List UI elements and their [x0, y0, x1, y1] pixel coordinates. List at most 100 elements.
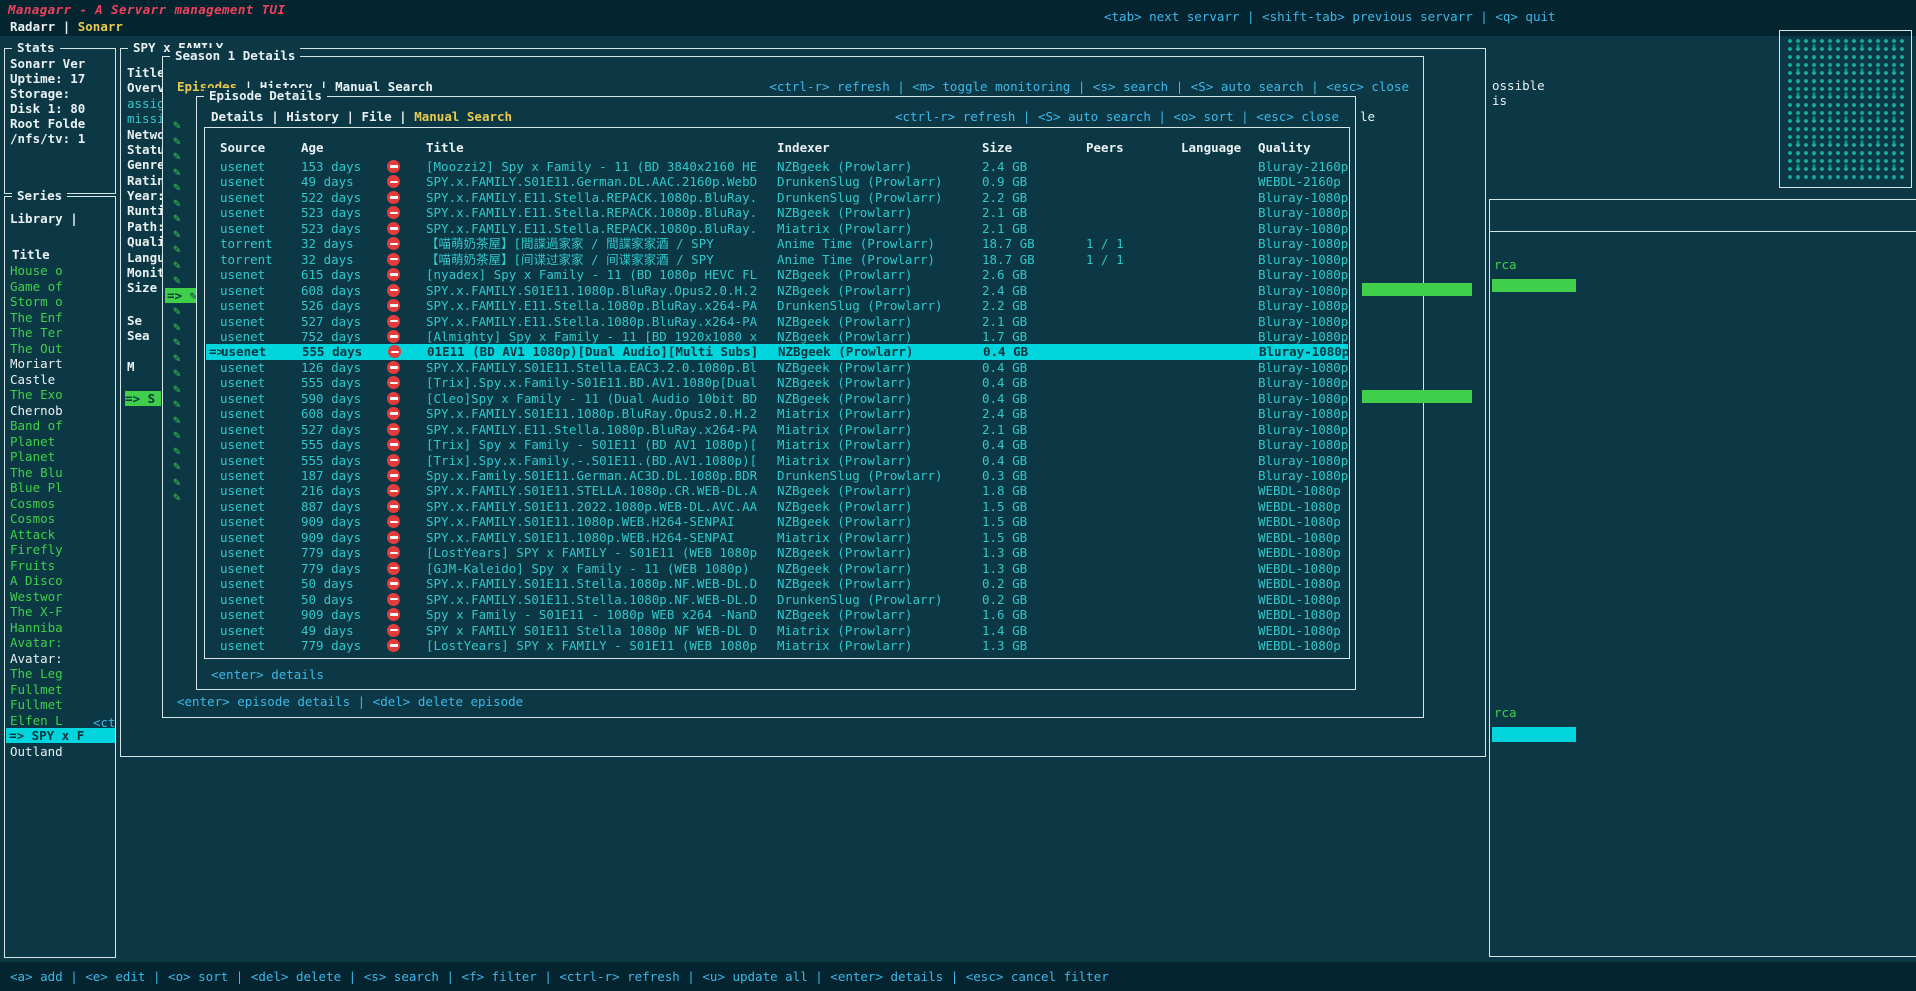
release-row[interactable]: usenet50 daysSPY.x.FAMILY.S01E11.Stella.… [205, 576, 1349, 592]
release-row[interactable]: usenet526 daysSPY.x.FAMILY.E11.Stella.10… [205, 298, 1349, 314]
release-row[interactable]: usenet608 daysSPY.x.FAMILY.S01E11.1080p.… [205, 283, 1349, 299]
release-row[interactable]: usenet49 daysSPY x FAMILY S01E11 Stella … [205, 623, 1349, 639]
series-list[interactable]: House oGame ofStorm oThe EnfThe TerThe O… [5, 197, 115, 957]
series-list-item[interactable]: The Leg [10, 666, 113, 681]
series-list-item[interactable]: Moriart [10, 356, 113, 371]
series-list-item[interactable]: Game of [10, 279, 113, 294]
series-list-item[interactable]: Fullmet [10, 682, 113, 697]
episode-monitor-marker[interactable]: ✎ [173, 334, 181, 349]
series-list-item[interactable]: The Blu [10, 465, 113, 480]
tab-radarr[interactable]: Radarr [10, 19, 55, 34]
release-row[interactable]: usenet50 daysSPY.x.FAMILY.S01E11.Stella.… [205, 592, 1349, 608]
series-list-item[interactable]: Cosmos [10, 511, 113, 526]
series-list-item[interactable]: Avatar: [10, 651, 113, 666]
release-row[interactable]: usenet615 days[nyadex] Spy x Family - 11… [205, 267, 1349, 283]
series-list-item[interactable]: Westwor [10, 589, 113, 604]
release-row[interactable]: usenet752 days[Almighty] Spy x Family - … [205, 329, 1349, 345]
episode-monitor-marker[interactable]: ✎ [173, 241, 181, 256]
release-row[interactable]: =>usenet555 days01E11 (BD AV1 1080p)[Dua… [206, 344, 1348, 360]
episode-monitor-marker[interactable]: ✎ [173, 179, 181, 194]
series-list-item[interactable]: The Ter [10, 325, 113, 340]
release-row[interactable]: usenet187 daysSpy.x.Family.S01E11.German… [205, 468, 1349, 484]
series-list-item[interactable]: Chernob [10, 403, 113, 418]
release-row[interactable]: usenet555 days[Trix] Spy x Family - S01E… [205, 437, 1349, 453]
episode-monitor-marker[interactable]: ✎ [173, 164, 181, 179]
episode-monitor-marker[interactable]: ✎ [173, 365, 181, 380]
series-list-item[interactable]: Outland [10, 744, 113, 759]
release-row[interactable]: usenet523 daysSPY.x.FAMILY.E11.Stella.RE… [205, 221, 1349, 237]
episode-monitor-marker[interactable]: ✎ [173, 133, 181, 148]
release-row[interactable]: usenet216 daysSPY.x.FAMILY.S01E11.STELLA… [205, 483, 1349, 499]
cell-size: 1.3 GB [982, 545, 1027, 560]
release-row[interactable]: usenet153 days[Moozzi2] Spy x Family - 1… [205, 159, 1349, 175]
series-list-item[interactable]: Avatar: [10, 635, 113, 650]
series-list-item[interactable]: Cosmos [10, 496, 113, 511]
tab-manual-search[interactable]: Manual Search [414, 109, 512, 124]
series-list-item[interactable]: The Out [10, 341, 113, 356]
cell-quality: WEBDL-1080p [1258, 483, 1341, 498]
release-row[interactable]: usenet522 daysSPY.x.FAMILY.E11.Stella.RE… [205, 190, 1349, 206]
episode-monitor-marker[interactable]: ✎ [173, 474, 181, 489]
release-row[interactable]: usenet126 daysSPY.X.FAMILY.S01E11.Stella… [205, 360, 1349, 376]
release-row[interactable]: torrent32 days【喵萌奶茶屋】[間諜過家家 / 間諜家家酒 / SP… [205, 236, 1349, 252]
series-list-item[interactable]: Hanniba [10, 620, 113, 635]
series-list-item[interactable]: The Enf [10, 310, 113, 325]
series-list-item-selected[interactable]: => SPY x F [6, 728, 115, 743]
release-row[interactable]: usenet523 daysSPY.x.FAMILY.E11.Stella.RE… [205, 205, 1349, 221]
selected-episode-monitor-marker[interactable]: => ✎ [165, 288, 198, 303]
tab-file[interactable]: File [362, 109, 392, 124]
episode-monitor-marker[interactable]: ✎ [173, 396, 181, 411]
series-list-item[interactable]: Band of [10, 418, 113, 433]
series-list-item[interactable]: The Exo [10, 387, 113, 402]
release-row[interactable]: usenet527 daysSPY.x.FAMILY.E11.Stella.10… [205, 422, 1349, 438]
release-row[interactable]: usenet49 daysSPY.x.FAMILY.S01E11.German.… [205, 174, 1349, 190]
release-row[interactable]: usenet909 daysSPY.x.FAMILY.S01E11.1080p.… [205, 530, 1349, 546]
episode-monitor-marker[interactable]: ✎ [173, 319, 181, 334]
release-row[interactable]: usenet779 days[GJM-Kaleido] Spy x Family… [205, 561, 1349, 577]
episode-monitor-marker[interactable]: ✎ [173, 350, 181, 365]
episode-monitor-marker[interactable]: ✎ [173, 489, 181, 504]
release-row[interactable]: usenet527 daysSPY.x.FAMILY.E11.Stella.10… [205, 314, 1349, 330]
release-row[interactable]: usenet555 days[Trix].Spy.x.Family-S01E11… [205, 375, 1349, 391]
release-row[interactable]: usenet555 days[Trix].Spy.x.Family.-.S01E… [205, 453, 1349, 469]
tab-details[interactable]: Details [211, 109, 264, 124]
cell-age: 555 days [301, 375, 361, 390]
episode-monitor-marker[interactable]: ✎ [173, 257, 181, 272]
release-row[interactable]: usenet909 daysSPY.x.FAMILY.S01E11.1080p.… [205, 514, 1349, 530]
series-list-item[interactable]: Fruits [10, 558, 113, 573]
episode-monitor-marker[interactable]: ✎ [173, 443, 181, 458]
series-list-item[interactable]: Planet [10, 434, 113, 449]
release-row[interactable]: usenet779 days[LostYears] SPY x FAMILY -… [205, 545, 1349, 561]
series-list-item[interactable]: House o [10, 263, 113, 278]
series-list-item[interactable]: Planet [10, 449, 113, 464]
episode-keybindings-help: <ctrl-r> refresh | <S> auto search | <o>… [895, 109, 1339, 124]
episode-monitor-marker[interactable]: ✎ [173, 381, 181, 396]
tab-sonarr[interactable]: Sonarr [78, 19, 123, 34]
release-row[interactable]: usenet608 daysSPY.x.FAMILY.S01E11.1080p.… [205, 406, 1349, 422]
episode-monitor-marker[interactable]: ✎ [173, 148, 181, 163]
series-list-item[interactable]: The X-F [10, 604, 113, 619]
episode-monitor-marker[interactable]: ✎ [173, 303, 181, 318]
release-row[interactable]: usenet887 daysSPY.x.FAMILY.S01E11.2022.1… [205, 499, 1349, 515]
series-list-item[interactable]: Firefly [10, 542, 113, 557]
series-list-item[interactable]: Fullmet [10, 697, 113, 712]
tab-history[interactable]: History [286, 109, 339, 124]
release-row[interactable]: usenet779 days[LostYears] SPY x FAMILY -… [205, 638, 1349, 654]
episode-monitor-marker[interactable]: ✎ [173, 412, 181, 427]
episode-monitor-marker[interactable]: ✎ [173, 272, 181, 287]
episode-monitor-marker[interactable]: ✎ [173, 458, 181, 473]
manual-search-table[interactable]: SourceAgeTitleIndexerSizePeersLanguageQu… [204, 127, 1350, 659]
series-list-item[interactable]: Blue Pl [10, 480, 113, 495]
release-row[interactable]: usenet909 daysSpy x Family - S01E11 - 10… [205, 607, 1349, 623]
release-row[interactable]: usenet590 days[Cleo]Spy x Family - 11 (D… [205, 391, 1349, 407]
series-list-item[interactable]: Castle [10, 372, 113, 387]
series-list-item[interactable]: A Disco [10, 573, 113, 588]
episode-monitor-marker[interactable]: ✎ [173, 117, 181, 132]
series-list-item[interactable]: Storm o [10, 294, 113, 309]
release-row[interactable]: torrent32 days【喵萌奶茶屋】[间谍过家家 / 间谍家家酒 / SP… [205, 252, 1349, 268]
episode-monitor-marker[interactable]: ✎ [173, 226, 181, 241]
episode-monitor-marker[interactable]: ✎ [173, 210, 181, 225]
series-list-item[interactable]: Attack [10, 527, 113, 542]
episode-monitor-marker[interactable]: ✎ [173, 427, 181, 442]
episode-monitor-marker[interactable]: ✎ [173, 195, 181, 210]
